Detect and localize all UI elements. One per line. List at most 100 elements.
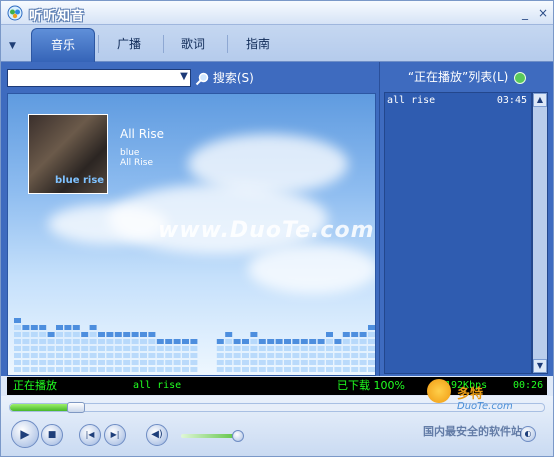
spectrum-block bbox=[30, 360, 38, 365]
spectrum-block bbox=[250, 339, 258, 344]
playlist-menu-icon[interactable] bbox=[514, 71, 527, 84]
control-bar: ▶ ■ |◀ ▶| ◀) bbox=[1, 396, 553, 456]
watermark-text: www.DuoTe.com bbox=[158, 218, 375, 243]
spectrum-block bbox=[72, 332, 80, 337]
spectrum-block bbox=[123, 332, 131, 337]
spectrum-block bbox=[334, 360, 342, 365]
spectrum-block bbox=[351, 339, 359, 344]
spectrum-block bbox=[351, 332, 359, 337]
volume-slider[interactable] bbox=[181, 430, 244, 442]
menu-dropdown-icon[interactable]: ▼ bbox=[9, 41, 21, 53]
cloud bbox=[248, 244, 375, 294]
spectrum-block bbox=[47, 346, 55, 351]
spectrum-block bbox=[334, 346, 342, 351]
spectrum-block bbox=[216, 360, 224, 365]
spectrum-block bbox=[165, 339, 173, 344]
spectrum-block bbox=[182, 339, 189, 344]
speaker-icon: ◀) bbox=[151, 429, 163, 440]
progress-fill bbox=[10, 404, 75, 411]
spectrum-block bbox=[22, 360, 30, 365]
search-history-dropdown-icon[interactable]: ▼ bbox=[177, 70, 191, 84]
spectrum-block bbox=[275, 360, 283, 365]
tab-lyrics[interactable]: 歌词 bbox=[161, 28, 225, 62]
spectrum-block bbox=[233, 353, 241, 358]
mute-button[interactable]: ◀) bbox=[146, 424, 168, 446]
search-button[interactable]: 搜索(S) bbox=[195, 70, 254, 88]
spectrum-block bbox=[148, 332, 156, 337]
spectrum-block bbox=[72, 367, 80, 372]
mini-mode-button[interactable]: ◐ bbox=[520, 426, 536, 442]
minimize-icon[interactable]: _ bbox=[519, 7, 531, 19]
spectrum-block bbox=[300, 339, 308, 344]
tab-guide[interactable]: 指南 bbox=[226, 28, 290, 62]
spectrum-block bbox=[89, 332, 97, 337]
progress-bar[interactable] bbox=[9, 402, 545, 413]
spectrum-block bbox=[148, 346, 156, 351]
spectrum-block bbox=[258, 367, 266, 372]
spectrum-block bbox=[216, 353, 224, 358]
spectrum-block bbox=[140, 353, 147, 358]
spectrum-block bbox=[64, 332, 72, 337]
spectrum-block bbox=[123, 367, 131, 372]
progress-thumb[interactable] bbox=[66, 402, 85, 413]
spectrum-block bbox=[275, 353, 283, 358]
playlist-header[interactable]: “正在播放”列表(L) bbox=[380, 66, 553, 88]
spectrum-block bbox=[267, 360, 275, 365]
spectrum-block bbox=[309, 367, 317, 372]
spectrum-block bbox=[258, 360, 266, 365]
spectrum-block bbox=[106, 367, 114, 372]
spectrum-block bbox=[123, 339, 131, 344]
spectrum-block bbox=[98, 339, 105, 344]
spectrum-block bbox=[368, 353, 375, 358]
spectrum-block bbox=[131, 332, 139, 337]
spectrum-block bbox=[156, 353, 164, 358]
stop-button[interactable]: ■ bbox=[41, 424, 63, 446]
spectrum-block bbox=[309, 339, 317, 344]
spectrum-block bbox=[106, 346, 114, 351]
volume-thumb[interactable] bbox=[232, 430, 244, 442]
playlist-scrollbar[interactable]: ▲ ▼ bbox=[532, 92, 548, 374]
tab-music[interactable]: 音乐 bbox=[31, 28, 95, 62]
spectrum-block bbox=[292, 346, 300, 351]
spectrum-block bbox=[292, 353, 300, 358]
spectrum-block bbox=[225, 339, 233, 344]
spectrum-block bbox=[242, 367, 249, 372]
spectrum-block bbox=[368, 346, 375, 351]
spectrum-block bbox=[309, 360, 317, 365]
spectrum-block bbox=[275, 346, 283, 351]
playlist-title: “正在播放”列表(L) bbox=[407, 70, 509, 84]
spectrum-block bbox=[258, 353, 266, 358]
next-button[interactable]: ▶| bbox=[104, 424, 126, 446]
spectrum-block bbox=[351, 346, 359, 351]
search-input[interactable] bbox=[7, 69, 191, 87]
song-artist: blue bbox=[120, 148, 140, 158]
elapsed-time: 00:26 bbox=[513, 380, 544, 391]
spectrum-block bbox=[64, 353, 72, 358]
scroll-up-icon[interactable]: ▲ bbox=[533, 93, 547, 107]
playlist-item[interactable]: all rise 03:45 bbox=[387, 95, 529, 109]
spectrum-block bbox=[114, 353, 122, 358]
spectrum-block bbox=[22, 353, 30, 358]
spectrum-block bbox=[56, 332, 63, 337]
window-title: 听听知音 bbox=[29, 9, 86, 24]
spectrum-block bbox=[89, 360, 97, 365]
spectrum-block bbox=[300, 346, 308, 351]
spectrum-block bbox=[342, 353, 350, 358]
spectrum-block bbox=[14, 339, 21, 344]
close-icon[interactable]: × bbox=[537, 7, 549, 19]
tab-radio[interactable]: 广播 bbox=[97, 28, 161, 62]
spectrum-block bbox=[106, 332, 114, 337]
spectrum-block bbox=[242, 346, 249, 351]
spectrum-block bbox=[106, 353, 114, 358]
spectrum-block bbox=[342, 346, 350, 351]
spectrum-block bbox=[131, 360, 139, 365]
play-button[interactable]: ▶ bbox=[11, 420, 39, 448]
spectrum-block bbox=[359, 332, 367, 337]
spectrum-block bbox=[56, 353, 63, 358]
previous-button[interactable]: |◀ bbox=[79, 424, 101, 446]
bitrate: 192Kbps bbox=[445, 380, 488, 391]
scroll-down-icon[interactable]: ▼ bbox=[533, 359, 547, 373]
spectrum-block bbox=[72, 339, 80, 344]
spectrum-block bbox=[64, 325, 72, 330]
spectrum-block bbox=[267, 346, 275, 351]
